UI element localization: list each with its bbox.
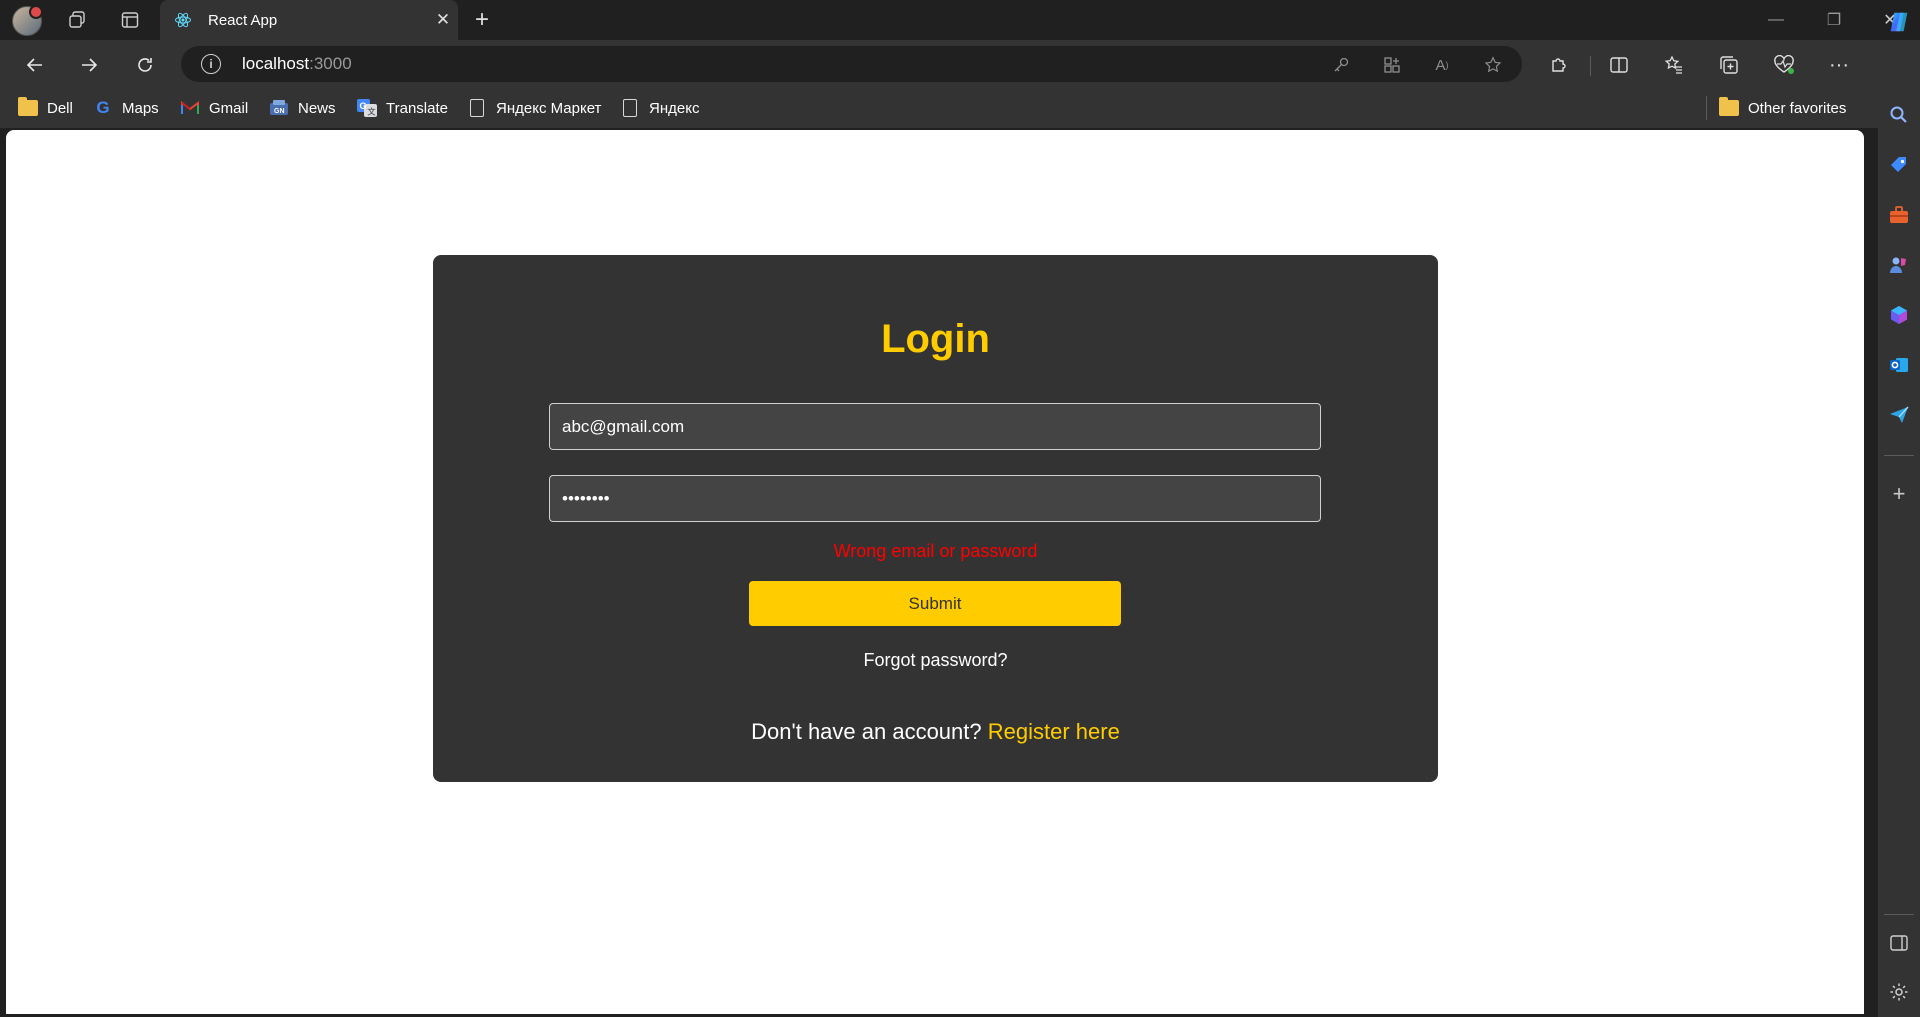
news-icon: GN	[269, 99, 289, 117]
refresh-icon[interactable]	[130, 50, 160, 80]
favorite-star-icon[interactable]	[1482, 54, 1504, 76]
bookmarks-bar: Dell G Maps Gmail GN News G文 Translate Я…	[0, 88, 1878, 128]
bookmark-label: Maps	[122, 99, 159, 117]
microsoft-365-icon[interactable]	[1887, 303, 1911, 327]
bookmark-label: Яндекс Маркет	[496, 99, 602, 117]
other-favorites-label: Other favorites	[1748, 99, 1847, 117]
bookmark-label: News	[298, 99, 336, 117]
login-title: Login	[881, 317, 990, 361]
bookmark-label: Translate	[386, 99, 448, 117]
site-info-icon[interactable]: i	[201, 54, 221, 74]
workspaces-icon[interactable]	[65, 8, 89, 32]
restore-button[interactable]: ❐	[1814, 6, 1854, 34]
login-card: Login Wrong email or password Submit For…	[433, 255, 1438, 782]
tab-close-icon[interactable]: ✕	[428, 10, 458, 30]
forgot-password-link[interactable]: Forgot password?	[433, 650, 1438, 671]
url-host: localhost	[242, 54, 310, 73]
translate-icon: G文	[357, 99, 377, 117]
toolbar-divider	[1590, 56, 1591, 76]
games-icon[interactable]	[1887, 253, 1911, 277]
shopping-tag-icon[interactable]	[1887, 153, 1911, 177]
url-port: :3000	[309, 54, 352, 73]
google-icon: G	[96, 98, 110, 117]
new-tab-button[interactable]: +	[468, 6, 496, 34]
sidebar-divider	[1884, 455, 1914, 456]
svg-text:G: G	[360, 101, 367, 111]
bookmark-dell[interactable]: Dell	[18, 96, 73, 120]
email-field[interactable]	[549, 403, 1321, 450]
gmail-icon	[180, 99, 200, 117]
settings-gear-icon[interactable]	[1887, 980, 1911, 1004]
page-icon	[620, 99, 640, 117]
folder-icon	[18, 97, 38, 117]
folder-icon	[1719, 97, 1739, 117]
copilot-icon[interactable]	[1887, 10, 1911, 34]
profile-avatar[interactable]	[12, 5, 43, 36]
more-options-icon[interactable]: ···	[1824, 50, 1854, 80]
tab-strip: React App ✕ + — ❐ ✕	[0, 0, 1920, 40]
svg-text:GN: GN	[274, 108, 285, 115]
minimize-button[interactable]: —	[1756, 6, 1796, 34]
bookmark-gmail[interactable]: Gmail	[180, 96, 248, 120]
page-viewport: Login Wrong email or password Submit For…	[6, 130, 1864, 1014]
extensions-icon[interactable]	[1544, 50, 1574, 80]
tab-title: React App	[208, 11, 278, 29]
hide-sidebar-icon[interactable]	[1887, 931, 1911, 955]
tab-actions-icon[interactable]	[118, 8, 142, 32]
bookmark-label: Яндекс	[649, 99, 700, 117]
password-field[interactable]	[549, 475, 1321, 522]
bookmarks-divider	[1706, 96, 1707, 120]
active-tab[interactable]: React App ✕	[160, 0, 458, 40]
add-icon[interactable]: +	[1887, 481, 1911, 506]
svg-text:文: 文	[368, 107, 377, 117]
react-icon	[175, 12, 191, 28]
read-aloud-icon[interactable]: A)	[1431, 54, 1453, 76]
key-icon[interactable]	[1330, 54, 1352, 76]
submit-button[interactable]: Submit	[749, 581, 1121, 626]
page-icon	[467, 99, 487, 117]
register-link[interactable]: Register here	[988, 719, 1120, 744]
search-icon[interactable]	[1887, 103, 1911, 127]
bookmark-label: Dell	[47, 99, 73, 117]
register-prompt-line: Don't have an account? Register here	[433, 719, 1438, 745]
bookmark-news[interactable]: GN News	[269, 96, 336, 120]
bookmark-label: Gmail	[209, 99, 249, 117]
address-bar[interactable]: i localhost:3000 A)	[181, 46, 1522, 82]
bookmark-yandex[interactable]: Яндекс	[620, 96, 699, 120]
error-message: Wrong email or password	[833, 541, 1038, 561]
outlook-icon[interactable]	[1887, 353, 1911, 377]
forward-icon[interactable]	[74, 50, 104, 80]
bookmark-maps[interactable]: G Maps	[93, 96, 159, 120]
app-available-icon[interactable]	[1381, 54, 1403, 76]
collections-icon[interactable]	[1714, 50, 1744, 80]
other-favorites[interactable]: Other favorites	[1719, 96, 1846, 120]
sidebar-divider	[1884, 914, 1914, 915]
tools-icon[interactable]	[1887, 203, 1911, 227]
browser-essentials-icon[interactable]	[1769, 50, 1799, 80]
favorites-icon[interactable]	[1659, 50, 1689, 80]
split-screen-icon[interactable]	[1604, 50, 1634, 80]
back-icon[interactable]	[20, 50, 50, 80]
register-prompt-text: Don't have an account?	[751, 719, 988, 744]
edge-sidebar: +	[1878, 12, 1920, 1017]
browser-toolbar: i localhost:3000 A) ···	[0, 40, 1878, 88]
send-icon[interactable]	[1887, 403, 1911, 427]
bookmark-yandex-market[interactable]: Яндекс Маркет	[467, 96, 601, 120]
bookmark-translate[interactable]: G文 Translate	[357, 96, 448, 120]
